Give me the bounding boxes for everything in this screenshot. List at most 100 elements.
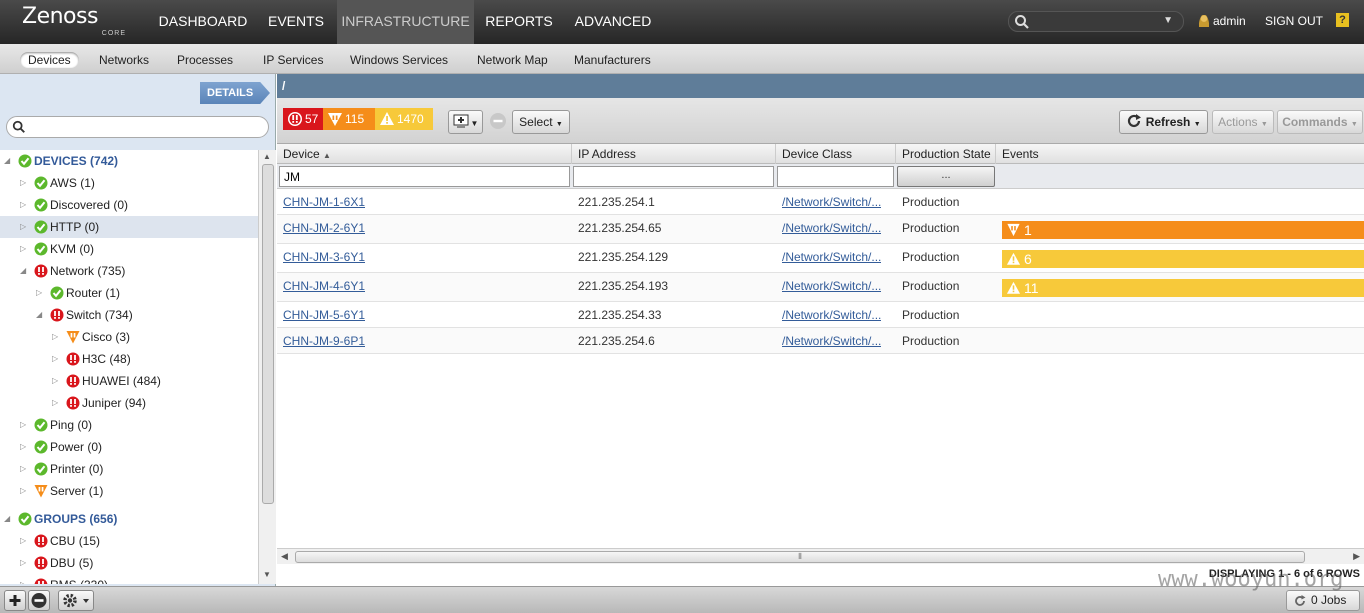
scroll-up-icon[interactable]: ▲	[263, 152, 271, 161]
tree-node[interactable]: ▷ Juniper (94)	[0, 392, 258, 414]
device-name-link[interactable]: CHN-JM-1-6X1	[283, 195, 365, 209]
tree-node[interactable]: ▷ Power (0)	[0, 436, 258, 458]
global-search-input[interactable]: ▼	[1008, 11, 1184, 32]
table-row[interactable]: CHN-JM-9-6P1 221.235.254.6/Network/Switch…	[277, 328, 1364, 354]
device-class-link[interactable]: /Network/Switch/...	[782, 308, 881, 322]
device-class-link[interactable]: /Network/Switch/...	[782, 195, 881, 209]
tree-node[interactable]: ▷ Router (1)	[0, 282, 258, 304]
tree-collapsed-icon[interactable]: ▷	[52, 348, 62, 370]
ip-filter-input[interactable]	[573, 166, 774, 187]
subnav-ip-services[interactable]: IP Services	[263, 52, 323, 68]
device-name-link[interactable]: CHN-JM-4-6Y1	[283, 279, 365, 293]
delete-button[interactable]	[28, 590, 50, 611]
warning-events-badge[interactable]: 1470	[375, 108, 433, 130]
tree-collapsed-icon[interactable]: ▷	[20, 414, 30, 436]
nav-events[interactable]: EVENTS	[258, 0, 334, 44]
tree-expanded-icon[interactable]: ◢	[20, 260, 30, 282]
scroll-down-icon[interactable]: ▼	[263, 570, 271, 579]
tree-expanded-icon[interactable]: ◢	[4, 508, 14, 530]
tree-node[interactable]: ▷ CBU (15)	[0, 530, 258, 552]
grid-horizontal-scrollbar[interactable]: ◀ ⦀ ▶	[277, 548, 1364, 564]
scrollbar-thumb[interactable]	[262, 164, 274, 504]
tree-node[interactable]: ▷ KVM (0)	[0, 238, 258, 260]
tree-node[interactable]: ▷ DBU (5)	[0, 552, 258, 574]
device-class-link[interactable]: /Network/Switch/...	[782, 221, 881, 235]
chevron-down-icon[interactable]: ▼	[1163, 15, 1173, 26]
critical-events-badge[interactable]: 57	[283, 108, 323, 130]
column-header-device-class[interactable]: Device Class	[776, 144, 896, 164]
user-menu[interactable]: admin	[1199, 14, 1246, 28]
tree-node[interactable]: ▷ Discovered (0)	[0, 194, 258, 216]
tree-collapsed-icon[interactable]: ▷	[20, 458, 30, 480]
tree-node[interactable]: ▷ Printer (0)	[0, 458, 258, 480]
sign-out-link[interactable]: SIGN OUT	[1265, 14, 1323, 28]
event-count-badge[interactable]: 1	[1002, 221, 1364, 239]
event-count-badge[interactable]: 11	[1002, 279, 1364, 297]
settings-menu-button[interactable]	[58, 590, 94, 611]
add-device-menu-button[interactable]: ▼	[448, 110, 483, 134]
subnav-network-map[interactable]: Network Map	[477, 52, 548, 68]
table-row[interactable]: CHN-JM-4-6Y1 221.235.254.193/Network/Swit…	[277, 273, 1364, 302]
device-class-link[interactable]: /Network/Switch/...	[782, 279, 881, 293]
tree-expanded-icon[interactable]: ◢	[4, 150, 14, 172]
column-header-events[interactable]: Events	[996, 144, 1364, 164]
details-button[interactable]: DETAILS	[200, 82, 270, 104]
tree-collapsed-icon[interactable]: ▷	[20, 530, 30, 552]
nav-dashboard[interactable]: DASHBOARD	[150, 0, 256, 44]
tree-search-input[interactable]	[6, 116, 269, 138]
device-name-link[interactable]: CHN-JM-5-6Y1	[283, 308, 365, 322]
tree-collapsed-icon[interactable]: ▷	[52, 392, 62, 414]
production-state-filter-button[interactable]: ...	[897, 166, 995, 187]
help-icon[interactable]: ?	[1336, 13, 1349, 27]
tree-node[interactable]: ▷ Ping (0)	[0, 414, 258, 436]
subnav-windows-services[interactable]: Windows Services	[350, 52, 448, 68]
error-events-badge[interactable]: 115	[323, 108, 375, 130]
device-name-link[interactable]: CHN-JM-2-6Y1	[283, 221, 365, 235]
device-class-link[interactable]: /Network/Switch/...	[782, 250, 881, 264]
tree-node[interactable]: ▷ H3C (48)	[0, 348, 258, 370]
tree-collapsed-icon[interactable]: ▷	[36, 282, 46, 304]
column-header-production-state[interactable]: Production State	[896, 144, 996, 164]
tree-node[interactable]: ◢ DEVICES (742)	[0, 150, 258, 172]
commands-menu-button[interactable]: Commands ▼	[1277, 110, 1363, 134]
tree-collapsed-icon[interactable]: ▷	[20, 480, 30, 502]
event-count-badge[interactable]: 6	[1002, 250, 1364, 268]
subnav-processes[interactable]: Processes	[177, 52, 233, 68]
tree-node[interactable]: ◢ GROUPS (656)	[0, 508, 258, 530]
table-row[interactable]: CHN-JM-2-6Y1 221.235.254.65/Network/Switc…	[277, 215, 1364, 244]
table-row[interactable]: CHN-JM-5-6Y1 221.235.254.33/Network/Switc…	[277, 302, 1364, 328]
scrollbar-thumb[interactable]: ⦀	[295, 551, 1305, 563]
tree-node[interactable]: ▷ HTTP (0)	[0, 216, 258, 238]
tree-scrollbar[interactable]: ▲ ▼	[258, 150, 276, 584]
nav-infrastructure[interactable]: INFRASTRUCTURE	[337, 0, 474, 44]
nav-reports[interactable]: REPORTS	[476, 0, 562, 44]
jobs-button[interactable]: 0 Jobs	[1286, 590, 1360, 611]
class-filter-input[interactable]	[777, 166, 894, 187]
subnav-manufacturers[interactable]: Manufacturers	[574, 52, 651, 68]
tree-collapsed-icon[interactable]: ▷	[20, 194, 30, 216]
device-filter-input[interactable]	[279, 166, 570, 187]
add-button[interactable]	[4, 590, 26, 611]
tree-collapsed-icon[interactable]: ▷	[52, 326, 62, 348]
tree-collapsed-icon[interactable]: ▷	[20, 172, 30, 194]
tree-collapsed-icon[interactable]: ▷	[52, 370, 62, 392]
tree-node[interactable]: ◢ Switch (734)	[0, 304, 258, 326]
tree-node[interactable]: ◢ Network (735)	[0, 260, 258, 282]
tree-collapsed-icon[interactable]: ▷	[20, 238, 30, 260]
tree-collapsed-icon[interactable]: ▷	[20, 436, 30, 458]
tree-collapsed-icon[interactable]: ▷	[20, 574, 30, 584]
subnav-networks[interactable]: Networks	[99, 52, 149, 68]
tree-collapsed-icon[interactable]: ▷	[20, 552, 30, 574]
device-name-link[interactable]: CHN-JM-3-6Y1	[283, 250, 365, 264]
select-menu-button[interactable]: Select ▼	[512, 110, 570, 134]
remove-device-button[interactable]	[487, 110, 509, 134]
tree-node[interactable]: ▷ AWS (1)	[0, 172, 258, 194]
device-name-link[interactable]: CHN-JM-9-6P1	[283, 334, 365, 348]
scroll-right-icon[interactable]: ▶	[1353, 551, 1360, 562]
zenoss-logo[interactable]: Zenoss CORE	[22, 6, 132, 38]
column-header-ip-address[interactable]: IP Address	[572, 144, 776, 164]
device-class-link[interactable]: /Network/Switch/...	[782, 334, 881, 348]
tree-expanded-icon[interactable]: ◢	[36, 304, 46, 326]
tree-node[interactable]: ▷ RMS (330)	[0, 574, 258, 584]
tree-node[interactable]: ▷ Cisco (3)	[0, 326, 258, 348]
